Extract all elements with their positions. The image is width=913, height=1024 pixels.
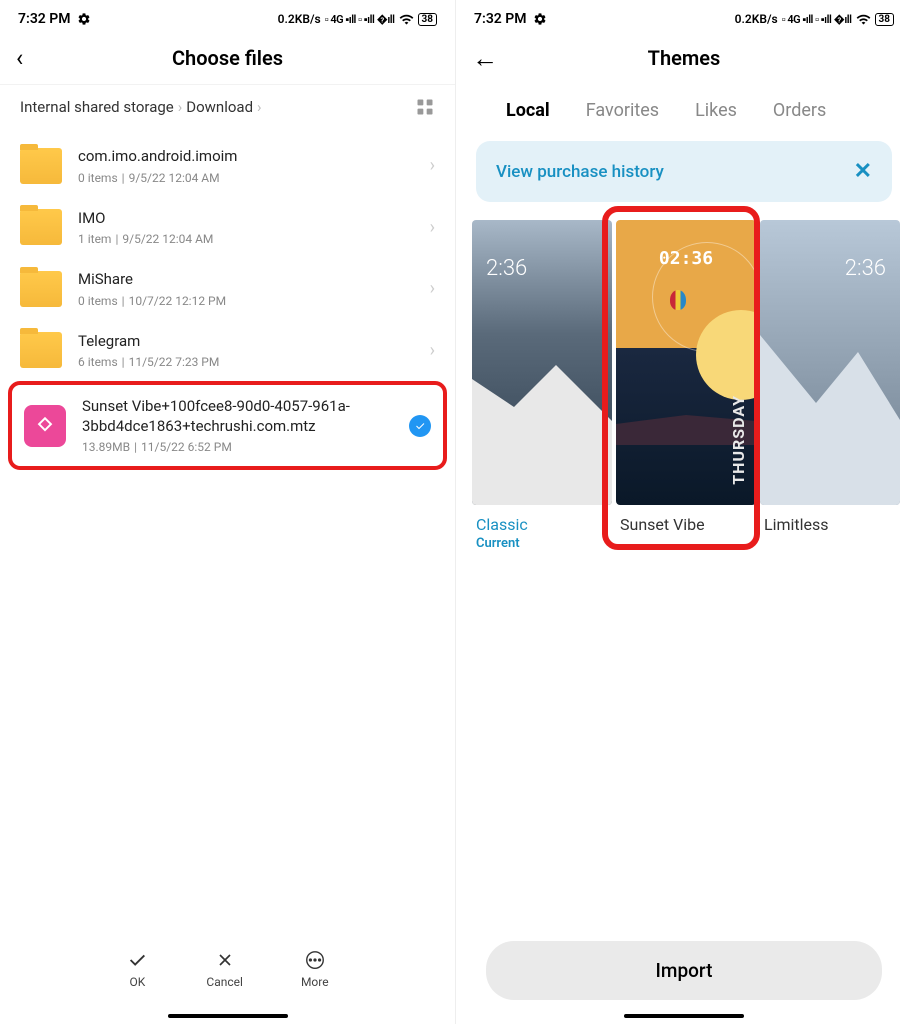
thumb-clock: 02:36: [659, 248, 713, 269]
folder-row[interactable]: MiShare 0 items|10/7/22 12:12 PM ›: [0, 258, 455, 320]
file-name: IMO: [78, 209, 414, 229]
chevron-right-icon: ›: [430, 217, 435, 238]
status-time: 7:32 PM: [18, 11, 71, 27]
status-speed: 0.2KB/s: [735, 12, 778, 26]
annotation-highlight: Sunset Vibe+100fcee8-90d0-4057-961a-3bbd…: [8, 381, 447, 470]
battery-icon: 38: [418, 13, 437, 26]
chevron-right-icon: ›: [178, 98, 183, 116]
theme-grid: 2:36 Classic Current 02:36 THURSDAY Suns…: [456, 220, 912, 551]
page-title: Choose files: [172, 46, 283, 70]
file-list: com.imo.android.imoim 0 items|9/5/22 12:…: [0, 135, 455, 924]
battery-icon: 38: [875, 13, 894, 26]
file-meta: 1 item|9/5/22 12:04 AM: [78, 232, 414, 246]
theme-thumbnail: 2:36: [472, 220, 612, 505]
bottom-action-bar: OK Cancel More: [0, 924, 455, 1014]
import-button[interactable]: Import: [486, 941, 882, 1000]
thumb-day-label: THURSDAY: [729, 395, 748, 485]
breadcrumb-item[interactable]: Internal shared storage: [20, 98, 174, 116]
theme-card-sunset-vibe[interactable]: 02:36 THURSDAY Sunset Vibe: [616, 220, 756, 551]
signal-icons: ▫ 4G ▪ıll ▫ ▪ıll �ıll: [782, 13, 852, 26]
chevron-right-icon: ›: [430, 155, 435, 176]
page-title: Themes: [648, 46, 721, 70]
file-name: com.imo.android.imoim: [78, 147, 414, 167]
gear-icon: [533, 12, 547, 26]
theme-label: Classic: [472, 505, 612, 536]
file-picker-header: ‹ Choose files: [0, 32, 455, 84]
tabs: Local Favorites Likes Orders: [456, 84, 912, 141]
nav-indicator[interactable]: [0, 1014, 455, 1024]
file-name: Sunset Vibe+100fcee8-90d0-4057-961a-3bbd…: [82, 397, 393, 436]
file-meta: 6 items|11/5/22 7:23 PM: [78, 355, 414, 369]
theme-file-icon: [24, 405, 66, 447]
file-meta: 0 items|9/5/22 12:04 AM: [78, 171, 414, 185]
tab-favorites[interactable]: Favorites: [586, 100, 659, 121]
theme-thumbnail: 2:36: [760, 220, 900, 505]
wifi-icon: [856, 12, 871, 27]
tab-likes[interactable]: Likes: [695, 100, 737, 121]
chevron-right-icon: ›: [257, 98, 262, 116]
gear-icon: [77, 12, 91, 26]
thumb-clock: 2:36: [486, 256, 527, 281]
chevron-right-icon: ›: [430, 278, 435, 299]
theme-card-limitless[interactable]: 2:36 Limitless: [760, 220, 900, 551]
nav-indicator[interactable]: [456, 1014, 912, 1024]
folder-row[interactable]: Telegram 6 items|11/5/22 7:23 PM ›: [0, 320, 455, 382]
grid-view-icon[interactable]: [415, 97, 435, 117]
folder-row[interactable]: IMO 1 item|9/5/22 12:04 AM ›: [0, 197, 455, 259]
more-icon: [304, 949, 326, 971]
wifi-icon: [399, 12, 414, 27]
breadcrumb[interactable]: Internal shared storage › Download ›: [20, 98, 262, 116]
close-icon: [214, 949, 236, 971]
breadcrumb-row: Internal shared storage › Download ›: [0, 84, 455, 135]
theme-thumbnail: 02:36 THURSDAY: [616, 220, 756, 505]
back-button[interactable]: ‹: [16, 44, 46, 72]
status-bar: 7:32 PM 0.2KB/s ▫ 4G ▪ıll ▫ ▪ıll �ıll 38: [456, 0, 912, 32]
folder-row[interactable]: com.imo.android.imoim 0 items|9/5/22 12:…: [0, 135, 455, 197]
selected-check-icon[interactable]: [409, 415, 431, 437]
more-button[interactable]: More: [301, 949, 329, 989]
theme-card-classic[interactable]: 2:36 Classic Current: [472, 220, 612, 551]
file-picker-screen: 7:32 PM 0.2KB/s ▫ 4G ▪ıll ▫ ▪ıll �ıll 38…: [0, 0, 456, 1024]
tab-local[interactable]: Local: [506, 100, 550, 121]
ok-button[interactable]: OK: [126, 949, 148, 989]
banner-text: View purchase history: [496, 162, 664, 182]
thumb-clock: 2:36: [845, 256, 886, 281]
folder-icon: [20, 332, 62, 368]
check-icon: [126, 949, 148, 971]
status-bar: 7:32 PM 0.2KB/s ▫ 4G ▪ıll ▫ ▪ıll �ıll 38: [0, 0, 455, 32]
status-time: 7:32 PM: [474, 11, 527, 27]
file-name: Telegram: [78, 332, 414, 352]
folder-icon: [20, 209, 62, 245]
theme-label: Sunset Vibe: [616, 505, 756, 536]
themes-screen: 7:32 PM 0.2KB/s ▫ 4G ▪ıll ▫ ▪ıll �ıll 38…: [456, 0, 912, 1024]
purchase-history-banner[interactable]: View purchase history ✕: [476, 141, 892, 202]
folder-icon: [20, 271, 62, 307]
file-meta: 13.89MB|11/5/22 6:52 PM: [82, 440, 393, 454]
status-speed: 0.2KB/s: [278, 12, 321, 26]
theme-label: Limitless: [760, 505, 900, 536]
cancel-button[interactable]: Cancel: [206, 949, 243, 989]
themes-header: ← Themes: [456, 32, 912, 84]
theme-current-label: Current: [472, 536, 612, 551]
folder-icon: [20, 148, 62, 184]
file-meta: 0 items|10/7/22 12:12 PM: [78, 294, 414, 308]
chevron-right-icon: ›: [430, 340, 435, 361]
breadcrumb-item[interactable]: Download: [186, 98, 253, 116]
back-button[interactable]: ←: [472, 43, 502, 74]
theme-file-row[interactable]: Sunset Vibe+100fcee8-90d0-4057-961a-3bbd…: [12, 385, 443, 466]
tab-orders[interactable]: Orders: [773, 100, 826, 121]
signal-icons: ▫ 4G ▪ıll ▫ ▪ıll �ıll: [325, 13, 395, 26]
close-icon[interactable]: ✕: [854, 159, 872, 184]
file-name: MiShare: [78, 270, 414, 290]
